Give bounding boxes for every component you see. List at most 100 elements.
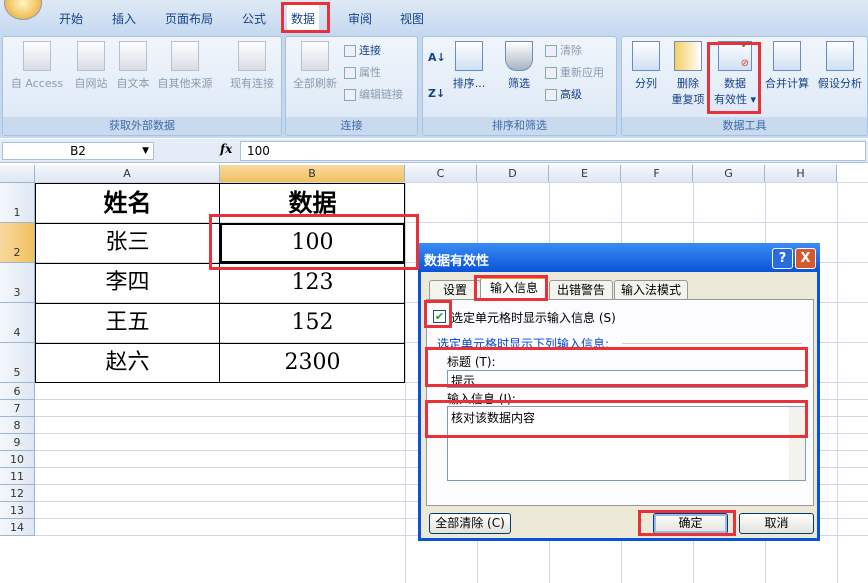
select-all-corner[interactable] — [0, 165, 35, 183]
clear-filter-icon — [545, 45, 557, 57]
label: 现有连接 — [230, 77, 274, 90]
column-header-B[interactable]: B — [220, 165, 405, 183]
column-header-H[interactable]: H — [765, 165, 837, 183]
sort-icon — [455, 41, 483, 71]
column-header-G[interactable]: G — [693, 165, 765, 183]
column-header-A[interactable]: A — [35, 165, 220, 183]
table-cell[interactable]: 李四 — [35, 263, 220, 303]
row-header-3[interactable]: 3 — [0, 263, 35, 303]
label: 连接 — [359, 44, 381, 57]
row-header-8[interactable]: 8 — [0, 417, 35, 434]
web-icon — [77, 41, 105, 71]
sort-desc-button[interactable]: Z↓ — [428, 87, 445, 100]
group-get-external-data: 自 Access 自网站 自文本 自其他来源 现有连接 获取外部数据 — [2, 36, 282, 136]
table-cell[interactable]: 王五 — [35, 303, 220, 343]
help-icon[interactable]: ? — [772, 248, 793, 269]
label: 自网站 — [74, 77, 108, 90]
table-cell[interactable]: 123 — [220, 263, 405, 303]
fx-icon[interactable]: fx — [220, 142, 232, 156]
tab-settings[interactable]: 设置 — [429, 280, 481, 300]
table-cell[interactable]: 2300 — [220, 343, 405, 383]
row-header-1[interactable]: 1 — [0, 183, 35, 223]
row-header-7[interactable]: 7 — [0, 400, 35, 417]
funnel-icon — [505, 41, 533, 71]
row-header-4[interactable]: 4 — [0, 303, 35, 343]
label: 排序... — [452, 77, 486, 90]
tab-review[interactable]: 审阅 — [348, 10, 372, 27]
clear-all-button[interactable]: 全部清除 (C) — [429, 513, 511, 534]
row-header-5[interactable]: 5 — [0, 343, 35, 383]
table-header[interactable]: 姓名 — [35, 183, 220, 223]
text-to-columns-button[interactable]: 分列 — [626, 41, 666, 91]
reapply-button[interactable]: 重新应用 — [545, 64, 604, 80]
edit-links-button[interactable]: 编辑链接 — [344, 86, 403, 102]
scrollbar[interactable] — [789, 407, 805, 480]
show-input-checkbox[interactable]: ✔ — [433, 310, 446, 323]
text-file-icon — [119, 41, 147, 71]
connections-button[interactable]: 连接 — [344, 42, 381, 58]
tab-insert[interactable]: 插入 — [112, 10, 136, 27]
properties-button[interactable]: 属性 — [344, 64, 381, 80]
filter-button[interactable]: 筛选 — [499, 41, 539, 91]
group-connections: 全部刷新 连接 属性 编辑链接 连接 — [285, 36, 418, 136]
tab-home[interactable]: 开始 — [59, 10, 83, 27]
from-web-button[interactable]: 自网站 — [69, 41, 113, 91]
column-header-C[interactable]: C — [405, 165, 477, 183]
row-header-6[interactable]: 6 — [0, 383, 35, 400]
tab-page-layout[interactable]: 页面布局 — [165, 10, 213, 27]
formula-input[interactable]: 100 — [240, 141, 866, 161]
refresh-all-button[interactable]: 全部刷新 — [288, 41, 342, 91]
access-icon — [23, 41, 51, 71]
name-box[interactable]: B2 ▼ — [2, 142, 154, 160]
table-cell[interactable]: 赵六 — [35, 343, 220, 383]
dialog-title: 数据有效性 — [424, 254, 490, 269]
row-header-9[interactable]: 9 — [0, 434, 35, 451]
advanced-button[interactable]: 高级 — [545, 86, 582, 102]
table-cell[interactable]: 152 — [220, 303, 405, 343]
tab-formulas[interactable]: 公式 — [242, 10, 266, 27]
from-access-button[interactable]: 自 Access — [7, 41, 67, 91]
from-text-button[interactable]: 自文本 — [111, 41, 155, 91]
sort-button[interactable]: 排序... — [449, 41, 489, 91]
row-header-10[interactable]: 10 — [0, 451, 35, 468]
table-header[interactable]: 数据 — [220, 183, 405, 223]
column-header-E[interactable]: E — [549, 165, 621, 183]
consolidate-button[interactable]: 合并计算 — [762, 41, 812, 91]
title-input[interactable]: 提示 — [447, 370, 806, 388]
row-header-2[interactable]: 2 — [0, 223, 35, 263]
chevron-down-icon[interactable]: ▼ — [142, 143, 149, 159]
clear-button[interactable]: 清除 — [545, 42, 582, 58]
input-message-label: 输入信息 (I): — [447, 392, 516, 406]
remove-duplicates-button[interactable]: 删除 重复项 — [666, 41, 710, 107]
data-validation-button[interactable]: ✔ ⊘ 数据 有效性 ▾ — [710, 38, 760, 107]
label: 自其他来源 — [157, 77, 213, 90]
column-header-D[interactable]: D — [477, 165, 549, 183]
duplicates-icon — [674, 41, 702, 71]
sort-asc-button[interactable]: A↓ — [428, 51, 446, 64]
tab-view[interactable]: 视图 — [400, 10, 424, 27]
office-button[interactable] — [4, 0, 42, 20]
tab-input-message[interactable]: 输入信息 — [480, 277, 548, 300]
label: 筛选 — [508, 77, 530, 90]
label: 重新应用 — [560, 66, 604, 79]
label: 数据 — [724, 77, 746, 90]
tab-error-alert[interactable]: 出错警告 — [549, 280, 613, 300]
table-cell[interactable]: 张三 — [35, 223, 220, 263]
close-icon[interactable]: X — [795, 248, 816, 269]
data-validation-dialog: 数据有效性 ? X 设置 输入信息 出错警告 输入法模式 ✔ 选定单元格时显示输… — [418, 243, 820, 541]
group-label: 排序和筛选 — [423, 117, 616, 135]
tab-data[interactable]: 数据 — [287, 4, 320, 33]
row-header-12[interactable]: 12 — [0, 485, 35, 502]
existing-connections-button[interactable]: 现有连接 — [225, 41, 279, 91]
what-if-analysis-button[interactable]: 假设分析 — [814, 41, 866, 91]
row-header-11[interactable]: 11 — [0, 468, 35, 485]
cancel-button[interactable]: 取消 — [739, 513, 814, 534]
input-message-textarea[interactable]: 核对该数据内容 — [447, 406, 806, 481]
tab-panel: ✔ 选定单元格时显示输入信息 (S) 选定单元格时显示下列输入信息: 标题 (T… — [426, 299, 814, 506]
from-other-sources-button[interactable]: 自其他来源 — [153, 41, 217, 91]
ok-button[interactable]: 确定 — [653, 513, 728, 534]
column-header-F[interactable]: F — [621, 165, 693, 183]
row-header-14[interactable]: 14 — [0, 519, 35, 536]
row-header-13[interactable]: 13 — [0, 502, 35, 519]
tab-ime-mode[interactable]: 输入法模式 — [614, 280, 688, 300]
